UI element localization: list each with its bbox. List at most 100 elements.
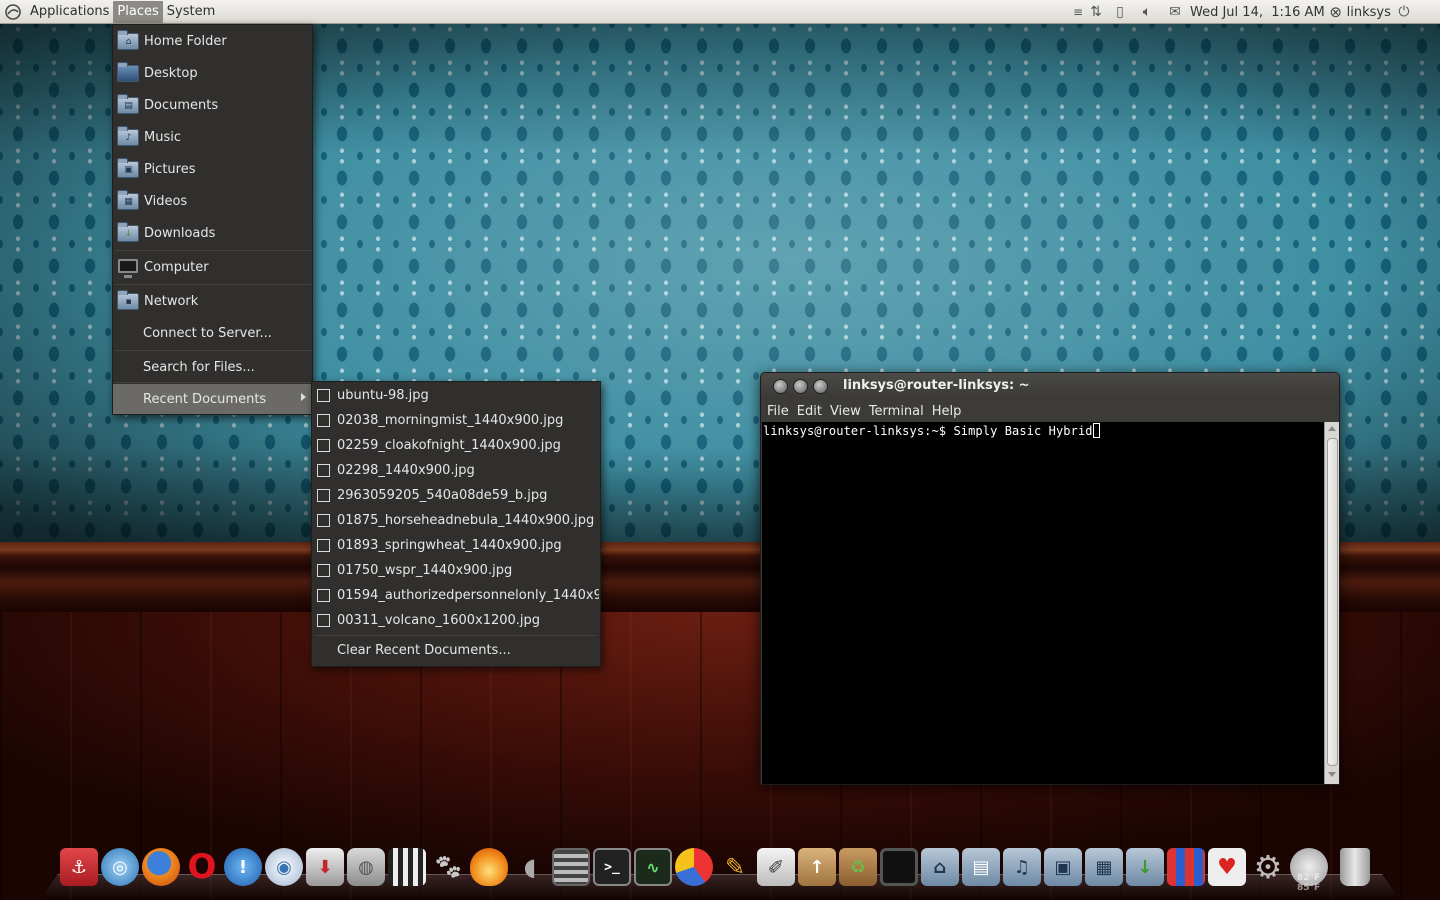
places-item-downloads[interactable]: ↓ Downloads — [113, 218, 312, 248]
chat-bubble-icon[interactable]: ! — [224, 848, 262, 886]
user-name[interactable]: linksys — [1347, 5, 1391, 20]
paint-palette-icon[interactable]: ✎ — [716, 848, 754, 886]
recent-document-label: 01893_springwheat_1440x900.jpg — [337, 538, 562, 553]
videos-folder-icon[interactable]: ▦ — [1085, 848, 1123, 886]
menu-separator — [115, 250, 311, 251]
user-status-icon[interactable]: ⊗ — [1325, 1, 1347, 23]
places-item-network[interactable]: ▪ Network — [113, 286, 312, 316]
recent-document-item[interactable]: ubuntu-98.jpg — [312, 383, 600, 408]
pictures-folder-icon[interactable]: ▣ — [1044, 848, 1082, 886]
places-item-label: Videos — [144, 193, 188, 209]
minimize-window-button[interactable] — [793, 379, 808, 394]
places-item-connect-to-server[interactable]: Connect to Server... — [113, 318, 312, 348]
terminal-menubar: File Edit View Terminal Help — [761, 399, 1339, 423]
recent-document-label: ubuntu-98.jpg — [337, 388, 429, 403]
video-editor-icon[interactable] — [388, 848, 426, 886]
network-transfer-icon[interactable]: ⇅ — [1084, 1, 1108, 23]
places-item-label: Music — [144, 129, 181, 145]
download-manager-icon[interactable]: ⬇ — [306, 848, 344, 886]
places-item-computer[interactable]: Computer — [113, 252, 312, 282]
places-item-label: Downloads — [144, 225, 216, 241]
scrollbar-thumb[interactable] — [1327, 438, 1338, 766]
places-item-label: Recent Documents — [143, 391, 267, 407]
home-folder-icon[interactable]: ⌂ — [921, 848, 959, 886]
places-item-desktop[interactable]: Desktop — [113, 58, 312, 88]
power-icon[interactable]: ⏻ — [1391, 1, 1417, 23]
terminal-prompt-text: linksys@router-linksys:~$ Simply Basic H… — [763, 424, 1093, 438]
calculator-icon[interactable] — [552, 848, 590, 886]
terminal-menu-terminal[interactable]: Terminal — [865, 404, 928, 419]
places-item-label: Pictures — [144, 161, 196, 177]
clock[interactable]: Wed Jul 14, 1:16 AM — [1190, 5, 1325, 20]
display-icon[interactable] — [880, 848, 918, 886]
places-item-home-folder[interactable]: ⌂ Home Folder — [113, 26, 312, 56]
terminal-menu-help[interactable]: Help — [928, 404, 966, 419]
places-item-search-for-files[interactable]: Search for Files... — [113, 352, 312, 382]
cards-game-icon[interactable]: ♥ — [1208, 848, 1246, 886]
documents-folder-icon: ▤ — [117, 94, 139, 115]
gimp-icon[interactable]: 🐾︎ — [429, 848, 467, 886]
documents-folder-icon[interactable]: ▤ — [962, 848, 1000, 886]
text-editor-icon[interactable]: ✐ — [757, 848, 795, 886]
applications-menu[interactable]: Applications — [26, 1, 113, 23]
terminal-titlebar[interactable]: linksys@router-linksys: ~ — [761, 373, 1339, 399]
recent-document-item[interactable]: 01893_springwheat_1440x900.jpg — [312, 533, 600, 558]
tetris-icon[interactable] — [1167, 848, 1205, 886]
terminal-menu-edit[interactable]: Edit — [793, 404, 826, 419]
weather-icon[interactable]: 82°F 85°F — [1290, 848, 1328, 893]
recent-document-item[interactable]: 02298_1440x900.jpg — [312, 458, 600, 483]
settings-gear-icon[interactable]: ⚙ — [1249, 848, 1287, 886]
system-monitor-icon[interactable]: ∿ — [634, 848, 672, 886]
distro-logo-icon[interactable] — [0, 1, 26, 23]
clear-recent-documents-button[interactable]: Clear Recent Documents... — [312, 638, 600, 663]
places-item-music[interactable]: ♪ Music — [113, 122, 312, 152]
places-item-label: Computer — [144, 259, 209, 275]
system-menu[interactable]: System — [163, 1, 219, 23]
speaker-icon[interactable]: ◖ — [511, 848, 549, 886]
scroll-down-arrow-icon[interactable] — [1328, 772, 1336, 777]
recent-document-item[interactable]: 01750_wspr_1440x900.jpg — [312, 558, 600, 583]
trash-icon[interactable] — [1340, 848, 1370, 886]
close-window-button[interactable] — [773, 379, 788, 394]
menu-separator — [115, 350, 311, 351]
mail-icon[interactable]: ✉ — [1162, 1, 1188, 23]
places-item-documents[interactable]: ▤ Documents — [113, 90, 312, 120]
recent-document-item[interactable]: 02038_morningmist_1440x900.jpg — [312, 408, 600, 433]
terminal-output[interactable]: linksys@router-linksys:~$ Simply Basic H… — [762, 422, 1324, 784]
disk-utility-icon[interactable]: ◍ — [347, 848, 385, 886]
places-item-pictures[interactable]: ▣ Pictures — [113, 154, 312, 184]
recent-document-item[interactable]: 02259_cloakofnight_1440x900.jpg — [312, 433, 600, 458]
terminal-line: linksys@router-linksys:~$ Simply Basic H… — [763, 423, 1100, 438]
recent-document-item[interactable]: 01594_authorizedpersonnelonly_1440x9... — [312, 583, 600, 608]
recent-document-item[interactable]: 01875_horseheadnebula_1440x900.jpg — [312, 508, 600, 533]
firefox-icon[interactable] — [142, 848, 180, 886]
volume-icon[interactable]: 🔈︎ — [1132, 1, 1162, 23]
window-title: linksys@router-linksys: ~ — [843, 378, 1030, 393]
terminal-scrollbar[interactable] — [1324, 422, 1339, 784]
music-folder-icon[interactable]: ♫ — [1003, 848, 1041, 886]
anchor-icon[interactable]: ⚓ — [60, 848, 98, 886]
terminal-icon[interactable]: >_ — [593, 848, 631, 886]
image-file-icon — [317, 464, 330, 477]
pie-chart-icon[interactable] — [675, 848, 713, 886]
downloads-folder-icon[interactable]: ↓ — [1126, 848, 1164, 886]
maximize-window-button[interactable] — [813, 379, 828, 394]
flame-icon[interactable] — [470, 848, 508, 886]
places-item-videos[interactable]: ▦ Videos — [113, 186, 312, 216]
archive-icon[interactable]: ↑ — [798, 848, 836, 886]
battery-icon[interactable]: ▯ — [1108, 1, 1132, 23]
terminal-menu-view[interactable]: View — [826, 404, 865, 419]
scroll-up-arrow-icon[interactable] — [1328, 426, 1336, 431]
recent-document-item[interactable]: 00311_volcano_1600x1200.jpg — [312, 608, 600, 633]
places-item-recent-documents[interactable]: Recent Documents — [113, 384, 312, 414]
places-menu-button[interactable]: Places — [113, 0, 163, 23]
web-browser-icon[interactable]: ◉ — [265, 848, 303, 886]
software-package-icon[interactable]: ♻ — [839, 848, 877, 886]
recent-document-label: 02038_morningmist_1440x900.jpg — [337, 413, 564, 428]
recent-document-item[interactable]: 2963059205_540a08de59_b.jpg — [312, 483, 600, 508]
network-globe-icon[interactable]: ◎ — [101, 848, 139, 886]
indicator-menu-icon[interactable]: ≡ — [1072, 1, 1084, 23]
terminal-menu-file[interactable]: File — [763, 404, 793, 419]
music-folder-icon: ♪ — [117, 126, 139, 147]
opera-icon[interactable]: O — [183, 847, 221, 887]
